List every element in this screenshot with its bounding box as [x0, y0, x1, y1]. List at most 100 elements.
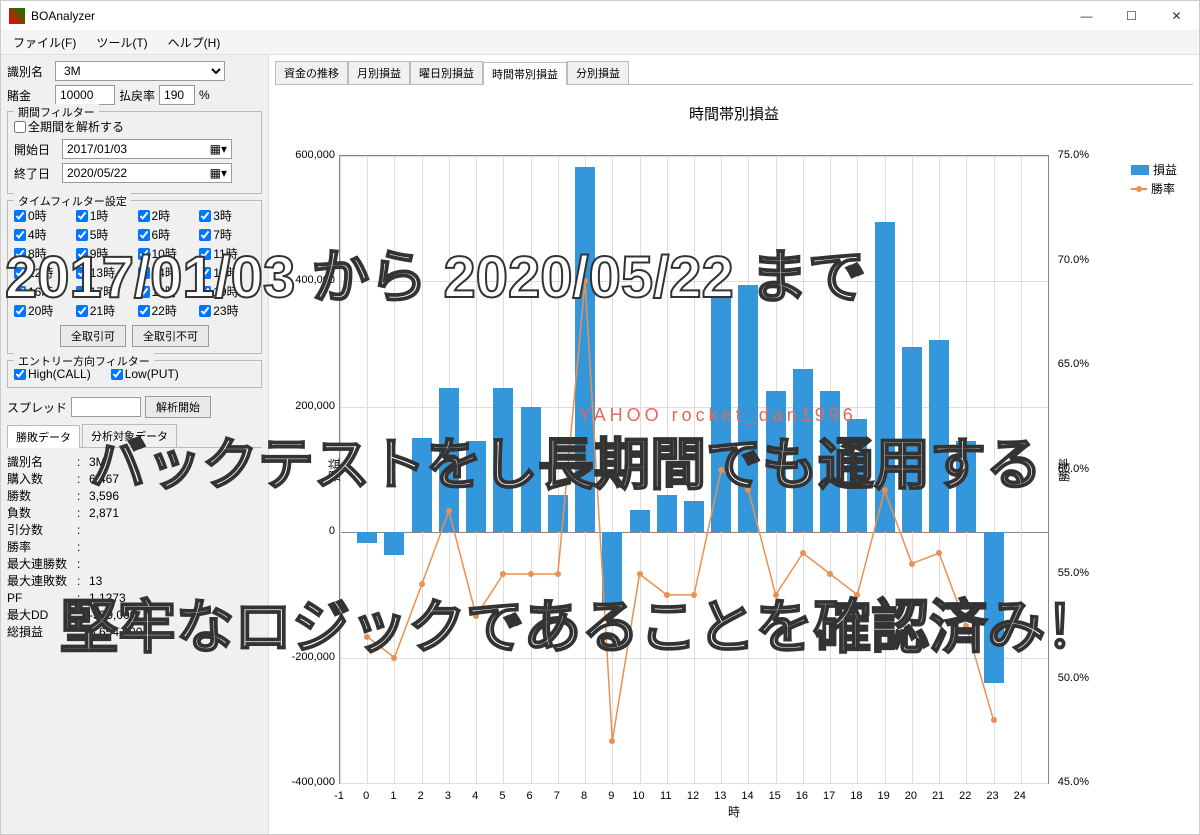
time-filter-title: タイムフィルター設定 — [14, 193, 131, 209]
rate-point-11 — [664, 592, 670, 598]
hour-22-checkbox[interactable] — [138, 305, 150, 317]
bar-12 — [684, 501, 704, 532]
tab-win-loss-data[interactable]: 勝敗データ — [7, 425, 80, 448]
bar-5 — [493, 388, 513, 532]
maximize-button[interactable]: ☐ — [1109, 1, 1154, 31]
bar-0 — [357, 532, 377, 543]
calendar-icon[interactable]: ▦▾ — [210, 142, 227, 156]
stat-value: 3,654,000 — [89, 624, 142, 641]
bar-11 — [657, 495, 677, 533]
rate-point-4 — [473, 613, 479, 619]
bar-2 — [412, 438, 432, 532]
hour-17-checkbox[interactable] — [76, 286, 88, 298]
menu-tool[interactable]: ツール(T) — [90, 32, 153, 53]
bar-21 — [929, 340, 949, 532]
hour-8-checkbox[interactable] — [14, 248, 26, 260]
rate-point-1 — [391, 655, 397, 661]
rate-point-7 — [555, 571, 561, 577]
rate-point-6 — [528, 571, 534, 577]
rate-point-8 — [582, 278, 588, 284]
stat-key: PF — [7, 590, 77, 607]
menu-file[interactable]: ファイル(F) — [7, 32, 82, 53]
rate-point-22 — [963, 623, 969, 629]
all-on-button[interactable]: 全取引可 — [60, 325, 126, 347]
hour-4-checkbox[interactable] — [14, 229, 26, 241]
hour-1-checkbox[interactable] — [76, 210, 88, 222]
period-filter-title: 期間フィルター — [14, 104, 99, 120]
rate-point-0 — [364, 634, 370, 640]
rate-point-18 — [854, 592, 860, 598]
bar-6 — [521, 407, 541, 532]
rate-point-23 — [991, 717, 997, 723]
rate-point-13 — [718, 467, 724, 473]
hour-16-checkbox[interactable] — [14, 286, 26, 298]
spread-input[interactable] — [71, 397, 141, 417]
stat-key: 最大DD — [7, 607, 77, 624]
hour-21-checkbox[interactable] — [76, 305, 88, 317]
all-off-button[interactable]: 全取引不可 — [132, 325, 209, 347]
stat-key: 負数 — [7, 505, 77, 522]
end-date-label: 終了日 — [14, 165, 58, 182]
hour-14-checkbox[interactable] — [138, 267, 150, 279]
menu-help[interactable]: ヘルプ(H) — [162, 32, 227, 53]
hour-2-checkbox[interactable] — [138, 210, 150, 222]
calendar-icon[interactable]: ▦▾ — [210, 166, 227, 180]
bar-10 — [630, 510, 650, 532]
hour-20-checkbox[interactable] — [14, 305, 26, 317]
bar-17 — [820, 391, 840, 532]
hour-13-checkbox[interactable] — [76, 267, 88, 279]
low-put-checkbox[interactable] — [111, 368, 123, 380]
rate-point-17 — [827, 571, 833, 577]
hour-12-checkbox[interactable] — [14, 267, 26, 279]
hour-9-checkbox[interactable] — [76, 248, 88, 260]
stat-key: 最大連勝数 — [7, 556, 77, 573]
hour-6-checkbox[interactable] — [138, 229, 150, 241]
hour-18-checkbox[interactable] — [138, 286, 150, 298]
stat-key: 購入数 — [7, 471, 77, 488]
stat-value: -539,000 — [89, 607, 136, 624]
analyze-button[interactable]: 解析開始 — [145, 396, 211, 418]
hour-15-checkbox[interactable] — [199, 267, 211, 279]
main-tab-1[interactable]: 月別損益 — [348, 61, 410, 84]
bar-19 — [875, 222, 895, 532]
hour-7-checkbox[interactable] — [199, 229, 211, 241]
end-date-input[interactable]: 2020/05/22▦▾ — [62, 163, 232, 183]
payout-input[interactable] — [159, 85, 195, 105]
rate-point-9 — [609, 738, 615, 744]
payout-unit: % — [199, 88, 210, 102]
stat-key: 勝率 — [7, 539, 77, 556]
main-tab-3[interactable]: 時間帯別損益 — [483, 62, 567, 85]
hour-0-checkbox[interactable] — [14, 210, 26, 222]
stat-key: 識別名 — [7, 454, 77, 471]
rate-point-20 — [909, 561, 915, 567]
chart-title: 時間帯別損益 — [279, 95, 1189, 132]
hour-19-checkbox[interactable] — [199, 286, 211, 298]
bar-23 — [984, 532, 1004, 682]
bar-9 — [602, 532, 622, 604]
bar-8 — [575, 167, 595, 532]
minimize-button[interactable]: — — [1064, 1, 1109, 31]
main-tab-4[interactable]: 分別損益 — [567, 61, 629, 84]
id-select[interactable]: 3M — [55, 61, 225, 81]
hour-5-checkbox[interactable] — [76, 229, 88, 241]
start-date-input[interactable]: 2017/01/03▦▾ — [62, 139, 232, 159]
bet-input[interactable] — [55, 85, 115, 105]
stat-value: 2,871 — [89, 505, 119, 522]
main-tab-2[interactable]: 曜日別損益 — [410, 61, 483, 84]
close-button[interactable]: ✕ — [1154, 1, 1199, 31]
legend-bar-icon — [1131, 165, 1149, 175]
rate-point-2 — [419, 581, 425, 587]
high-call-checkbox[interactable] — [14, 368, 26, 380]
tab-analysis-data[interactable]: 分析対象データ — [82, 424, 177, 447]
bar-4 — [466, 441, 486, 532]
payout-label: 払戻率 — [119, 87, 155, 104]
rate-point-10 — [637, 571, 643, 577]
rate-point-21 — [936, 550, 942, 556]
hour-11-checkbox[interactable] — [199, 248, 211, 260]
hour-10-checkbox[interactable] — [138, 248, 150, 260]
main-tab-0[interactable]: 資金の推移 — [275, 61, 348, 84]
hour-3-checkbox[interactable] — [199, 210, 211, 222]
all-period-checkbox[interactable] — [14, 121, 26, 133]
hour-23-checkbox[interactable] — [199, 305, 211, 317]
bar-1 — [384, 532, 404, 555]
